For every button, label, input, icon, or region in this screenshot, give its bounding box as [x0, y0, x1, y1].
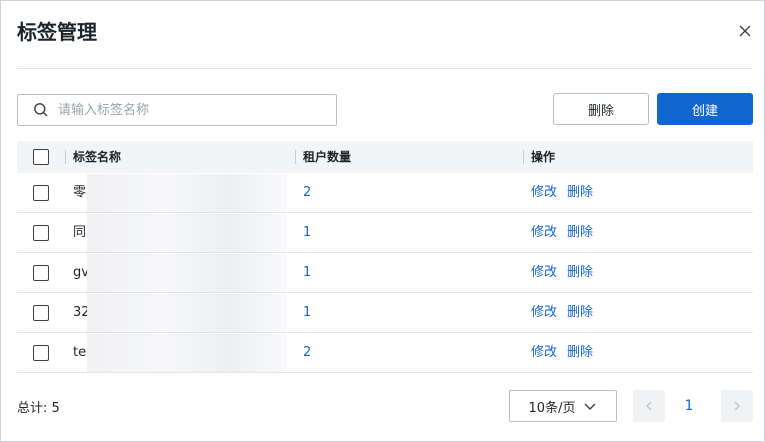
tenant-count[interactable]: 1 [303, 213, 311, 253]
column-separator [295, 150, 296, 164]
edit-link[interactable]: 修改 [531, 173, 557, 213]
search-input[interactable] [58, 95, 328, 125]
row-checkbox[interactable] [33, 345, 49, 361]
column-separator [65, 150, 66, 164]
delete-link[interactable]: 删除 [567, 253, 593, 293]
redacted-area [87, 294, 287, 332]
edit-link[interactable]: 修改 [531, 253, 557, 293]
delete-link[interactable]: 删除 [567, 213, 593, 253]
table-row: 零 2 修改 删除 [17, 173, 753, 213]
tag-name: 同 [73, 225, 87, 240]
row-checkbox[interactable] [33, 265, 49, 281]
column-header-tenant-count: 租户数量 [303, 150, 352, 164]
row-checkbox[interactable] [33, 225, 49, 241]
tag-management-dialog: 标签管理 删除 创建 标签名称 租户数量 操作 零 2 修改 删除 [0, 0, 765, 442]
edit-link[interactable]: 修改 [531, 333, 557, 373]
row-checkbox[interactable] [33, 305, 49, 321]
redacted-area [87, 214, 287, 252]
page-size-value: 10条/页 [528, 400, 576, 416]
tag-name: te [73, 345, 87, 360]
column-separator [523, 150, 524, 164]
edit-link[interactable]: 修改 [531, 293, 557, 333]
redacted-area [87, 254, 287, 292]
row-checkbox[interactable] [33, 185, 49, 201]
tenant-count[interactable]: 1 [303, 253, 311, 293]
table-row: 同 1 修改 删除 [17, 213, 753, 253]
table-row: te 2 修改 删除 [17, 333, 753, 373]
delete-link[interactable]: 删除 [567, 333, 593, 373]
tenant-count[interactable]: 2 [303, 173, 311, 213]
page-size-select[interactable]: 10条/页 [509, 390, 617, 422]
column-header-actions: 操作 [531, 150, 556, 164]
next-page-button[interactable] [721, 390, 753, 422]
create-button[interactable]: 创建 [657, 93, 753, 125]
delete-button[interactable]: 删除 [553, 93, 649, 125]
search-box[interactable] [17, 94, 337, 126]
search-icon [33, 102, 49, 118]
delete-link[interactable]: 删除 [567, 293, 593, 333]
redacted-area [87, 174, 287, 212]
column-header-tag-name: 标签名称 [73, 150, 122, 164]
table-header: 标签名称 租户数量 操作 [17, 141, 753, 173]
table-row: 32 1 修改 删除 [17, 293, 753, 333]
table-row: gv 1 修改 删除 [17, 253, 753, 293]
dialog-title: 标签管理 [17, 20, 97, 44]
total-count: 总计: 5 [17, 401, 60, 416]
chevron-left-icon [646, 401, 652, 411]
prev-page-button[interactable] [633, 390, 665, 422]
page-number-current[interactable]: 1 [673, 390, 705, 422]
chevron-down-icon [584, 403, 596, 410]
tag-name: 零 [73, 185, 87, 200]
chevron-right-icon [734, 401, 740, 411]
redacted-area [87, 334, 287, 372]
tenant-count[interactable]: 1 [303, 293, 311, 333]
select-all-checkbox[interactable] [33, 149, 49, 165]
close-icon[interactable] [735, 21, 755, 41]
tenant-count[interactable]: 2 [303, 333, 311, 373]
header-divider [17, 68, 752, 69]
delete-link[interactable]: 删除 [567, 173, 593, 213]
edit-link[interactable]: 修改 [531, 213, 557, 253]
